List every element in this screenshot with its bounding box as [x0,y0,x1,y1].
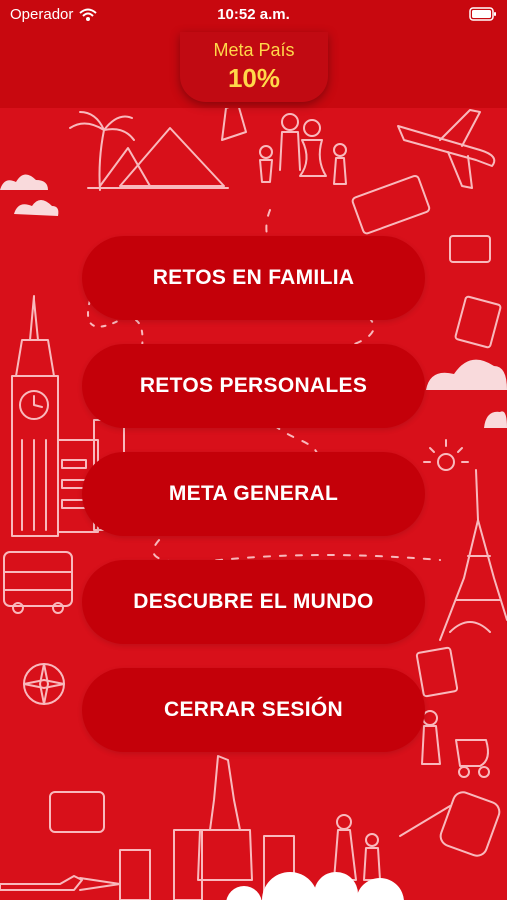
cloud-icon [484,411,507,428]
flag-icon [449,235,491,263]
palm-tree-icon [69,111,135,191]
airplane-icon [0,875,83,891]
country-goal-value: 10% [227,63,281,93]
personal-challenges-button[interactable]: RETOS PERSONALES [82,344,425,428]
ticket-icon [351,174,431,235]
cloud-icon [14,200,59,216]
airplane-icon [79,877,121,891]
cloud-icon [0,174,48,190]
compass-icon [23,663,65,705]
country-goal-label: Meta País [213,40,295,60]
big-ben-icon [11,295,59,537]
key-icon [399,791,501,857]
header-bar: Operador 10:52 a.m. Meta País 10% [0,0,507,108]
country-goal-badge: Meta País 10% [180,32,328,102]
logout-button[interactable]: CERRAR SESIÓN [82,668,425,752]
family-icon [333,814,381,881]
family-stroller-icon [421,710,490,778]
status-bar: Operador 10:52 a.m. [0,0,507,30]
eiffel-tower-icon [439,469,507,641]
book-icon [454,295,502,349]
suitcase-icon [49,791,105,833]
main-menu: RETOS EN FAMILIA RETOS PERSONALES META G… [82,236,425,776]
bus-icon [3,551,73,614]
building-icon [221,103,247,141]
family-icon [259,113,347,185]
family-challenges-button[interactable]: RETOS EN FAMILIA [82,236,425,320]
status-time: 10:52 a.m. [217,6,290,23]
cloud-icon [426,359,507,390]
discover-world-button[interactable]: DESCUBRE EL MUNDO [82,560,425,644]
general-goal-button[interactable]: META GENERAL [82,452,425,536]
pyramids-icon [87,127,229,189]
sun-icon [423,439,469,471]
battery-icon [469,7,497,25]
